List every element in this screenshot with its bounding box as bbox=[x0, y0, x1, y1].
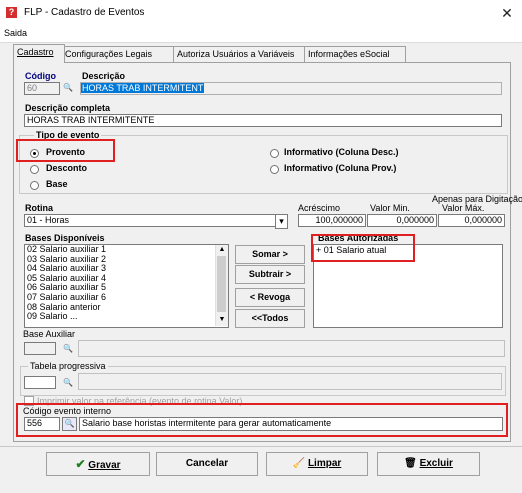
descricao-field[interactable]: HORAS TRAB INTERMITENT bbox=[80, 82, 502, 95]
limpar-button[interactable]: 🧹 Limpar bbox=[266, 452, 368, 476]
menu-saida[interactable]: Saida bbox=[4, 28, 27, 38]
tab-label: Informações eSocial bbox=[308, 49, 390, 59]
broom-icon: 🧹 bbox=[292, 458, 306, 469]
bases-scrollbar[interactable]: ▲ ▼ bbox=[215, 245, 228, 326]
menu-bar: Saida bbox=[0, 26, 522, 43]
tab-label: Configurações Legais bbox=[65, 49, 153, 59]
radio-base[interactable] bbox=[30, 181, 39, 190]
descricao-completa-label: Descrição completa bbox=[25, 103, 111, 113]
scroll-thumb[interactable] bbox=[217, 256, 226, 312]
gravar-button[interactable]: ✔ Gravar bbox=[46, 452, 150, 476]
base-auxiliar-search-icon[interactable]: 🔍 bbox=[62, 343, 74, 354]
tabela-progressiva-search-icon[interactable]: 🔍 bbox=[62, 377, 74, 388]
acrescimo-label: Acréscimo bbox=[298, 203, 341, 213]
trash-icon: 🗑 bbox=[404, 458, 417, 469]
check-icon: ✔ bbox=[75, 457, 86, 471]
acrescimo-field[interactable]: 100,000000 bbox=[298, 214, 366, 227]
valor-max-label: Valor Máx. bbox=[442, 203, 485, 213]
subtrair-button[interactable]: Subtrair > bbox=[235, 265, 305, 284]
close-icon[interactable]: ✕ bbox=[496, 3, 518, 23]
rotina-dropdown-icon[interactable]: ▾ bbox=[275, 214, 288, 229]
rotina-select[interactable]: 01 - Horas bbox=[24, 214, 277, 227]
codigo-field[interactable]: 60 bbox=[24, 82, 60, 95]
desconto-label: Desconto bbox=[46, 163, 88, 173]
window-title: FLP - Cadastro de Eventos bbox=[24, 7, 145, 18]
list-item[interactable]: 09 Salario ... bbox=[25, 312, 228, 322]
radio-desconto[interactable] bbox=[30, 165, 39, 174]
main-window: ? FLP - Cadastro de Eventos ✕ Saida Cada… bbox=[0, 0, 522, 493]
gravar-label: Gravar bbox=[88, 460, 121, 471]
highlight-bases-autorizadas bbox=[311, 234, 415, 262]
informativo-prov-label: Informativo (Coluna Prov.) bbox=[284, 163, 397, 173]
codigo-label: Código bbox=[25, 71, 56, 81]
valor-min-field[interactable]: 0,000000 bbox=[367, 214, 437, 227]
base-auxiliar-code[interactable] bbox=[24, 342, 56, 355]
todos-button[interactable]: <<Todos bbox=[235, 309, 305, 328]
bases-disponiveis-list[interactable]: 02 Salario auxiliar 1 03 Salario auxilia… bbox=[24, 244, 229, 328]
base-label: Base bbox=[46, 179, 68, 189]
tab-label: Cadastro bbox=[17, 47, 54, 57]
tab-label: Autoriza Usuários a Variáveis bbox=[177, 49, 295, 59]
base-auxiliar-description bbox=[78, 340, 505, 357]
excluir-label: Excluir bbox=[419, 458, 453, 469]
tab-informacoes-esocial[interactable]: Informações eSocial bbox=[304, 46, 406, 62]
excluir-button[interactable]: 🗑 Excluir bbox=[377, 452, 480, 476]
revoga-button[interactable]: < Revoga bbox=[235, 288, 305, 307]
radio-informativo-prov[interactable] bbox=[270, 165, 279, 174]
tab-autoriza-usuarios[interactable]: Autoriza Usuários a Variáveis bbox=[173, 46, 308, 62]
base-auxiliar-label: Base Auxiliar bbox=[23, 329, 76, 339]
footer-divider bbox=[0, 446, 522, 447]
valor-max-field[interactable]: 0,000000 bbox=[438, 214, 505, 227]
tabela-progressiva-description bbox=[78, 373, 502, 390]
bases-disponiveis-label: Bases Disponíveis bbox=[25, 233, 105, 243]
scroll-down-icon[interactable]: ▼ bbox=[216, 315, 228, 325]
tab-cadastro[interactable]: Cadastro bbox=[13, 44, 65, 63]
descricao-value: HORAS TRAB INTERMITENT bbox=[81, 83, 205, 93]
tabela-progressiva-code[interactable] bbox=[24, 376, 56, 389]
scroll-up-icon[interactable]: ▲ bbox=[216, 245, 228, 255]
title-bar: ? FLP - Cadastro de Eventos ✕ bbox=[0, 0, 522, 26]
valor-min-label: Valor Min. bbox=[370, 203, 410, 213]
somar-button[interactable]: Somar > bbox=[235, 245, 305, 264]
rotina-label: Rotina bbox=[25, 203, 53, 213]
highlight-codigo-evento-interno bbox=[16, 403, 508, 437]
highlight-provento bbox=[16, 139, 115, 162]
codigo-search-icon[interactable]: 🔍 bbox=[62, 82, 74, 93]
limpar-label: Limpar bbox=[307, 458, 342, 469]
radio-informativo-desc[interactable] bbox=[270, 149, 279, 158]
app-icon: ? bbox=[6, 7, 17, 18]
tab-configuracoes-legais[interactable]: Configurações Legais bbox=[61, 46, 177, 62]
informativo-desc-label: Informativo (Coluna Desc.) bbox=[284, 147, 399, 157]
descricao-label: Descrição bbox=[82, 71, 126, 81]
descricao-completa-field[interactable]: HORAS TRAB INTERMITENTE bbox=[24, 114, 502, 127]
cancelar-button[interactable]: Cancelar bbox=[156, 452, 258, 476]
tabela-progressiva-label: Tabela progressiva bbox=[28, 361, 108, 371]
